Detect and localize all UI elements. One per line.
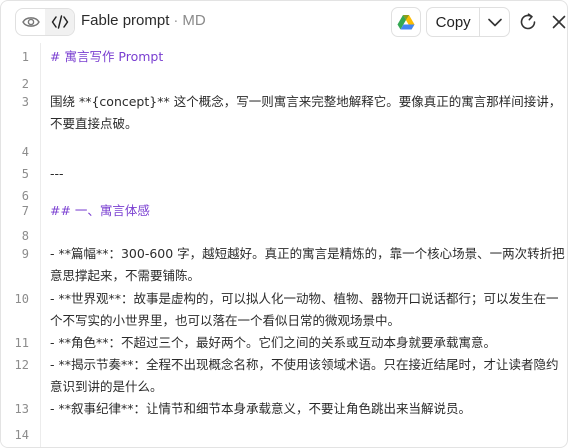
line-number: 6 [21, 189, 29, 203]
toolbar: Fable prompt · MD Copy [1, 1, 567, 43]
file-name: Fable prompt [81, 12, 170, 29]
close-icon [552, 15, 566, 29]
google-drive-icon [397, 15, 415, 30]
line-number: 3 [21, 95, 29, 109]
line-number: 4 [21, 145, 29, 159]
copy-button-group: Copy [426, 7, 510, 37]
line-number: 12 [14, 358, 29, 372]
line-text: --- [50, 166, 64, 181]
copy-options-button[interactable] [480, 8, 509, 36]
code-icon [51, 15, 68, 29]
close-button[interactable] [549, 12, 567, 32]
line-number: 10 [14, 292, 29, 306]
save-to-drive-button[interactable] [391, 7, 421, 37]
preview-toggle-button[interactable] [16, 9, 45, 35]
line-text: - **角色**：不超过三个，最好两个。它们之间的关系或互动本身就要承载寓意。 [50, 335, 496, 350]
code-editor[interactable]: 1 # 寓言写作 Prompt 2 3 围绕 **{concept}** 这个概… [1, 43, 567, 447]
eye-icon [21, 17, 40, 27]
copy-button[interactable]: Copy [427, 8, 481, 36]
line-text: - **世界观**：故事是虚构的，可以拟人化一动物、植物、器物开口说话都行；可以… [50, 291, 559, 328]
line-number: 9 [21, 247, 29, 261]
line-text: ## 一、寓言体感 [50, 203, 150, 218]
line-number: 11 [14, 336, 29, 350]
code-toggle-button[interactable] [45, 9, 74, 35]
line-number: 13 [14, 402, 29, 416]
file-title: Fable prompt · MD [81, 12, 206, 29]
line-number: 14 [14, 428, 29, 442]
view-toggle [15, 8, 75, 36]
line-number: 8 [21, 229, 29, 243]
line-number: 1 [21, 50, 29, 64]
line-text: 围绕 **{concept}** 这个概念，写一则寓言来完整地解释它。要像真正的… [50, 94, 562, 131]
reload-icon [520, 13, 536, 30]
reload-button[interactable] [517, 11, 539, 33]
line-text: - **揭示节奏**：全程不出现概念名称，不使用该领域术语。只在接近结尾时，才让… [50, 357, 559, 394]
file-type: MD [182, 12, 206, 29]
line-text: - **篇幅**：300-600 字，越短越好。真正的寓言是精炼的，靠一个核心场… [50, 246, 565, 283]
line-text: - **叙事纪律**：让情节和细节本身承载意义，不要让角色跳出来当解说员。 [50, 401, 471, 416]
line-number: 2 [21, 77, 29, 91]
line-text: # 寓言写作 Prompt [50, 49, 164, 64]
markdown-viewer-window: Fable prompt · MD Copy 1 # 寓言写作 Prompt 2… [0, 0, 568, 448]
chevron-down-icon [487, 18, 502, 26]
line-number: 5 [21, 167, 29, 181]
line-number: 7 [21, 204, 29, 218]
title-separator: · [173, 12, 179, 29]
